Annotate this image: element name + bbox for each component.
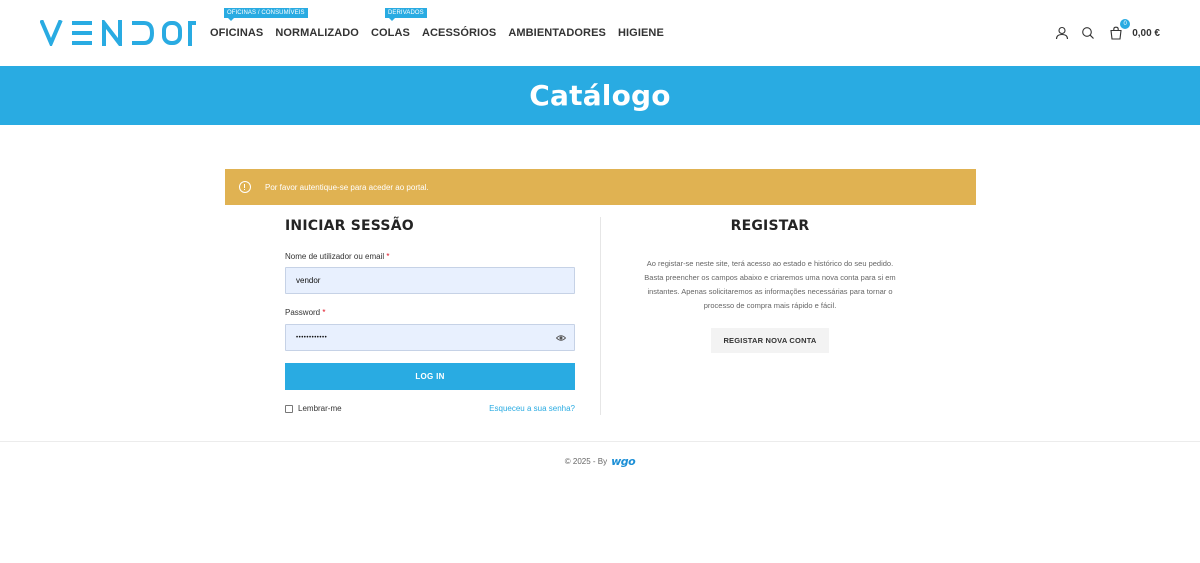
vendor-logo[interactable] <box>40 20 198 46</box>
register-line: Ao registar-se neste site, terá acesso a… <box>646 259 894 268</box>
nav-label-normalizado: NORMALIZADO <box>275 27 359 39</box>
nav-label-acessorios: ACESSÓRIOS <box>421 27 497 39</box>
register-title: REGISTAR <box>730 218 810 234</box>
required-mark: * <box>386 252 390 261</box>
nav-colas[interactable]: DERIVADOS COLAS <box>370 8 427 39</box>
nav-label-colas: COLAS <box>370 27 410 39</box>
user-icon[interactable] <box>1054 25 1070 41</box>
nav-label-oficinas: OFICINAS <box>210 27 264 39</box>
nav-badge-colas: DERIVADOS <box>384 8 427 21</box>
search-icon[interactable] <box>1080 25 1096 41</box>
register-button[interactable]: REGISTAR NOVA CONTA <box>711 328 829 353</box>
site-header: OFICINAS / CONSUMÍVEIS OFICINAS NORMALIZ… <box>0 0 1200 66</box>
column-divider <box>600 217 601 415</box>
main-nav: OFICINAS / CONSUMÍVEIS OFICINAS NORMALIZ… <box>210 0 676 66</box>
cart-count-badge: 0 <box>1120 19 1131 29</box>
footer-copyright: © 2025 - By <box>564 457 608 466</box>
remember-me[interactable]: Lembrar-me <box>285 404 342 413</box>
register-line: Basta preencher os campos abaixo e criar… <box>644 273 896 282</box>
info-icon <box>239 181 251 193</box>
password-label-text: Password <box>285 308 321 317</box>
login-button[interactable]: LOG IN <box>285 363 575 390</box>
username-input[interactable]: vendor <box>285 267 575 294</box>
nav-normalizado[interactable]: NORMALIZADO <box>275 27 359 39</box>
cart-icon[interactable]: 0 <box>1108 19 1131 41</box>
nav-label-ambientadores: AMBIENTADORES <box>508 27 606 39</box>
vendor-logo-mark <box>40 20 196 46</box>
page-title: Catálogo <box>529 79 671 112</box>
nav-oficinas[interactable]: OFICINAS / CONSUMÍVEIS OFICINAS <box>210 8 308 39</box>
register-line: instantes. Apenas solicitaremos as infor… <box>647 287 893 296</box>
remember-checkbox[interactable] <box>285 404 293 413</box>
login-title: INICIAR SESSÃO <box>285 218 414 234</box>
nav-acessorios[interactable]: ACESSÓRIOS <box>422 27 496 39</box>
site-footer: © 2025 - By wgo <box>0 455 1200 468</box>
password-input[interactable]: •••••••••••• <box>285 324 575 351</box>
cart-total[interactable]: 0,00 € <box>1132 28 1160 39</box>
notice-text: Por favor autentique-se para aceder ao p… <box>265 182 429 192</box>
forgot-password-link[interactable]: Esqueceu a sua senha? <box>489 404 575 413</box>
username-value: vendor <box>296 276 321 285</box>
remember-label: Lembrar-me <box>298 404 342 413</box>
password-label: Password * <box>285 308 325 317</box>
eye-icon[interactable] <box>555 333 567 343</box>
register-section: REGISTAR Ao registar-se neste site, terá… <box>625 218 915 353</box>
password-value: •••••••••••• <box>296 334 328 341</box>
username-label: Nome de utilizador ou email * <box>285 252 390 261</box>
nav-higiene[interactable]: HIGIENE <box>618 27 664 39</box>
wgo-logo[interactable]: wgo <box>611 455 636 468</box>
login-form: INICIAR SESSÃO Nome de utilizador ou ema… <box>285 218 575 413</box>
required-mark: * <box>322 308 326 317</box>
nav-ambientadores[interactable]: AMBIENTADORES <box>508 27 606 39</box>
auth-notice: Por favor autentique-se para aceder ao p… <box>225 169 976 205</box>
nav-label-higiene: HIGIENE <box>617 27 664 39</box>
header-actions: 0 0,00 € <box>1044 0 1160 66</box>
nav-badge-oficinas: OFICINAS / CONSUMÍVEIS <box>224 8 308 21</box>
register-description: Ao registar-se neste site, terá acesso a… <box>625 257 915 313</box>
register-line: processo de compra mais rápido e fácil. <box>703 301 837 310</box>
page-title-bar: Catálogo <box>0 66 1200 125</box>
username-label-text: Nome de utilizador ou email <box>285 252 385 261</box>
footer-divider <box>0 441 1200 442</box>
